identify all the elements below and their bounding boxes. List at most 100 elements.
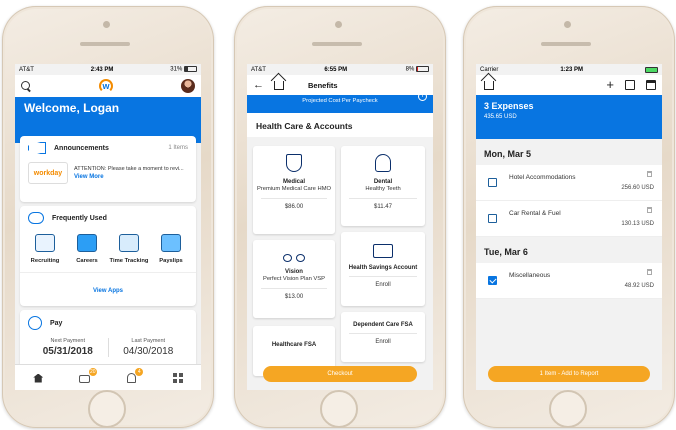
phone-benefits: AT&T 6:55 PM 8% ← Benefits Projected Cos… bbox=[234, 6, 446, 428]
calendar-icon[interactable] bbox=[646, 80, 656, 90]
expenses-title: 3 Expenses bbox=[484, 101, 534, 111]
app-time-tracking[interactable]: Time Tracking bbox=[109, 234, 149, 264]
inbox-badge: 20 bbox=[88, 367, 97, 376]
status-bar: AT&T 2:43 PM 31% bbox=[15, 64, 201, 75]
app-label: Time Tracking bbox=[109, 258, 149, 264]
camera-dot bbox=[564, 21, 571, 28]
pay-title: Pay bbox=[50, 319, 63, 327]
expense-row[interactable]: Hotel Accommodations 256.60 USD bbox=[476, 165, 662, 201]
copy-icon[interactable] bbox=[625, 80, 635, 90]
status-bar: Carrier 1:23 PM bbox=[476, 64, 662, 75]
home-button[interactable] bbox=[88, 390, 126, 428]
app-recruiting[interactable]: Recruiting bbox=[25, 234, 65, 264]
expenses-screen: Carrier 1:23 PM + 3 Expenses 435.65 USD … bbox=[476, 64, 662, 390]
battery-icon bbox=[183, 66, 197, 73]
back-arrow-icon[interactable]: ← bbox=[253, 79, 264, 91]
recruiting-icon bbox=[35, 234, 55, 252]
expenses-header: 3 Expenses 435.65 USD bbox=[476, 95, 662, 139]
frequently-used-grid: Recruiting Careers Time Tracking Payslip… bbox=[20, 230, 196, 266]
announcement-message: ATTENTION: Please take a moment to revi.… bbox=[74, 166, 184, 172]
workday-logo-icon: w bbox=[99, 79, 113, 93]
expense-row[interactable]: Car Rental & Fuel 130.13 USD bbox=[476, 201, 662, 237]
grid-icon bbox=[172, 372, 183, 383]
app-label: Careers bbox=[76, 258, 98, 264]
app-careers[interactable]: Careers bbox=[67, 234, 107, 264]
expenses-total: 435.65 USD bbox=[484, 114, 517, 120]
pay-card[interactable]: Pay Next Payment 05/31/2018 Last Payment… bbox=[20, 310, 196, 368]
status-time: 2:43 PM bbox=[90, 66, 114, 73]
home-icon[interactable] bbox=[484, 80, 494, 90]
camera-dot bbox=[103, 21, 110, 28]
announcement-item[interactable]: workday ATTENTION: Please take a moment … bbox=[20, 160, 196, 186]
dependent-fsa-enroll[interactable]: Enroll bbox=[349, 333, 417, 345]
last-payment: Last Payment 04/30/2018 bbox=[107, 338, 189, 357]
announcements-header: Announcements 1 Items bbox=[20, 136, 196, 160]
view-more-link[interactable]: View More bbox=[74, 173, 184, 181]
workday-logo-text: workday bbox=[33, 169, 63, 177]
next-payment-date: 05/31/2018 bbox=[42, 346, 93, 357]
announcements-count: 1 Items bbox=[168, 145, 188, 151]
home-button[interactable] bbox=[549, 390, 587, 428]
tab-notifications[interactable]: 4 bbox=[124, 367, 144, 384]
home-button[interactable] bbox=[320, 390, 358, 428]
tab-apps[interactable] bbox=[171, 372, 185, 384]
hsa-enroll[interactable]: Enroll bbox=[349, 276, 417, 288]
announcements-card[interactable]: Announcements 1 Items workday ATTENTION:… bbox=[20, 136, 196, 202]
projected-cost-label: Projected Cost Per Paycheck bbox=[302, 98, 378, 104]
expense-checkbox[interactable] bbox=[488, 214, 497, 223]
credit-card-icon bbox=[373, 244, 393, 258]
speaker-grille bbox=[541, 42, 591, 46]
battery-icon bbox=[645, 66, 658, 73]
dental-card[interactable]: Dental Healthy Teeth $11.47 bbox=[341, 146, 425, 226]
pay-hand-icon bbox=[28, 316, 42, 330]
last-payment-date: 04/30/2018 bbox=[123, 346, 174, 357]
tab-bar: 20 4 bbox=[15, 364, 201, 390]
notifications-badge: 4 bbox=[135, 367, 144, 376]
battery-percent: 31% bbox=[170, 66, 183, 73]
page-title: Benefits bbox=[308, 80, 338, 90]
inbox-icon bbox=[79, 374, 91, 383]
view-apps-link[interactable]: View Apps bbox=[93, 288, 123, 294]
healthcare-fsa-title: Healthcare FSA bbox=[271, 342, 317, 348]
app-label: Payslips bbox=[159, 258, 183, 264]
trash-icon[interactable] bbox=[647, 207, 652, 213]
add-to-report-button[interactable]: 1 Item - Add to Report bbox=[488, 366, 650, 382]
avatar[interactable] bbox=[181, 79, 195, 93]
medical-price: $86.00 bbox=[261, 198, 327, 210]
info-icon[interactable]: i bbox=[418, 92, 427, 101]
battery-icon bbox=[415, 66, 429, 73]
nav-bar: + bbox=[476, 75, 662, 95]
benefits-screen: AT&T 6:55 PM 8% ← Benefits Projected Cos… bbox=[247, 64, 433, 390]
expense-checkbox[interactable] bbox=[488, 178, 497, 187]
tab-home[interactable] bbox=[31, 372, 45, 384]
add-icon[interactable]: + bbox=[606, 78, 614, 91]
expense-row[interactable]: Miscellaneous 48.92 USD bbox=[476, 263, 662, 299]
frequently-used-card: Frequently Used Recruiting Careers Time … bbox=[20, 206, 196, 306]
search-icon[interactable] bbox=[21, 81, 31, 91]
carrier-label: Carrier bbox=[480, 66, 499, 73]
hsa-card[interactable]: Health Savings Account Enroll bbox=[341, 232, 425, 306]
status-time: 6:55 PM bbox=[324, 66, 348, 73]
dependent-fsa-card[interactable]: Dependent Care FSA Enroll bbox=[341, 312, 425, 362]
battery-indicator: 8% bbox=[406, 66, 429, 73]
trash-icon[interactable] bbox=[647, 269, 652, 275]
tab-inbox[interactable]: 20 bbox=[78, 367, 97, 384]
briefcase-icon bbox=[77, 234, 97, 252]
app-payslips[interactable]: Payslips bbox=[151, 234, 191, 264]
vision-card[interactable]: Vision Perfect Vision Plan VSP $13.00 bbox=[253, 240, 335, 318]
expense-name: Car Rental & Fuel bbox=[509, 210, 561, 217]
frequently-used-header: Frequently Used bbox=[20, 206, 196, 230]
status-time: 1:23 PM bbox=[560, 66, 584, 73]
next-payment: Next Payment 05/31/2018 bbox=[28, 338, 108, 357]
nav-bar: ← Benefits bbox=[247, 75, 433, 95]
medical-card[interactable]: Medical Premium Medical Care HMO $86.00 bbox=[253, 146, 335, 234]
phone-expenses: Carrier 1:23 PM + 3 Expenses 435.65 USD … bbox=[463, 6, 675, 428]
workday-logo: workday bbox=[28, 162, 68, 184]
tooth-icon bbox=[375, 154, 391, 172]
expense-checkbox[interactable] bbox=[488, 276, 497, 285]
trash-icon[interactable] bbox=[647, 171, 652, 177]
checkout-button[interactable]: Checkout bbox=[263, 366, 417, 382]
home-icon[interactable] bbox=[274, 80, 284, 90]
dental-price: $11.47 bbox=[349, 198, 417, 210]
carrier-label: AT&T bbox=[19, 66, 34, 73]
